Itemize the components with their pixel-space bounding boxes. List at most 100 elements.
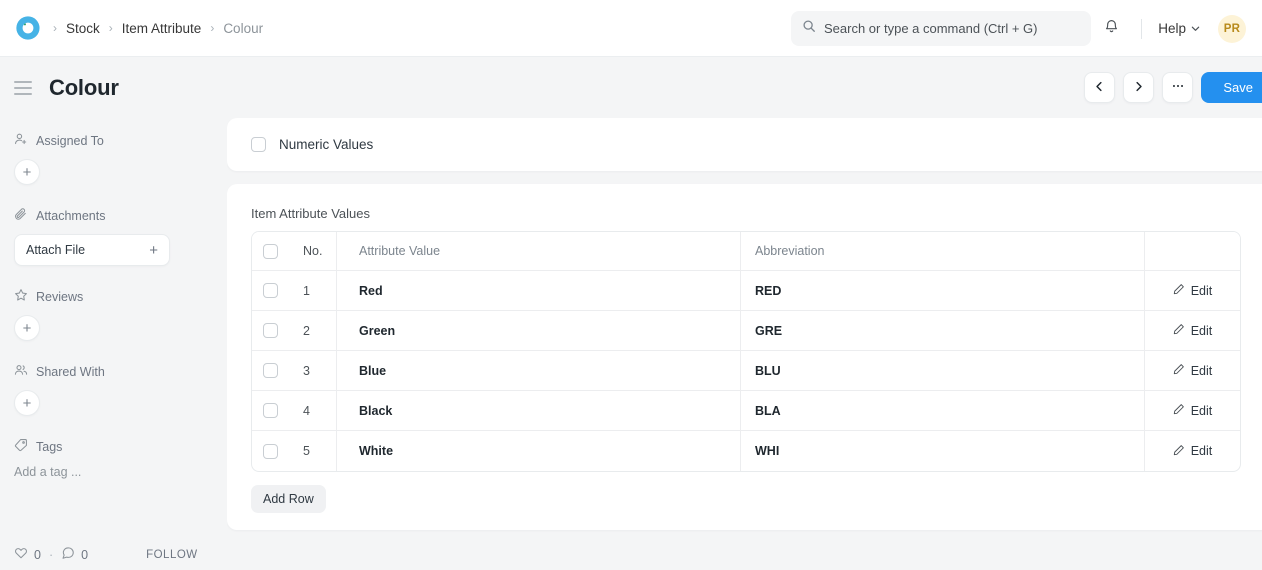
row-select-cell <box>252 351 289 390</box>
reviews-label: Reviews <box>36 290 83 304</box>
row-checkbox[interactable] <box>263 403 278 418</box>
page-title: Colour <box>49 75 119 101</box>
page-header: Colour <box>0 57 1262 118</box>
row-select-cell <box>252 311 289 350</box>
frappe-logo-icon[interactable] <box>13 13 43 43</box>
sidebar-footer: 0 · 0 FOLLOW <box>14 546 198 563</box>
edit-row-button[interactable]: Edit <box>1173 403 1213 418</box>
select-all-cell <box>252 232 289 270</box>
row-checkbox[interactable] <box>263 444 278 459</box>
row-abbreviation[interactable]: BLA <box>741 391 1145 430</box>
breadcrumb-item-stock[interactable]: Stock <box>66 21 100 36</box>
edit-row-button[interactable]: Edit <box>1173 323 1213 338</box>
attachments-label: Attachments <box>36 209 105 223</box>
row-select-cell <box>252 271 289 310</box>
table-row[interactable]: 1 Red RED Edit <box>252 271 1240 311</box>
breadcrumb-item-item-attribute[interactable]: Item Attribute <box>122 21 202 36</box>
row-abbreviation[interactable]: WHI <box>741 431 1145 471</box>
add-row-wrapper: Add Row <box>227 472 1262 530</box>
row-number: 1 <box>289 271 337 310</box>
column-header-abbreviation: Abbreviation <box>741 232 1145 270</box>
pencil-icon <box>1173 363 1185 378</box>
attachments-label-row: Attachments <box>14 207 213 224</box>
app-root: › Stock › Item Attribute › Colour <box>0 0 1262 570</box>
row-actions: Edit <box>1145 391 1240 430</box>
numeric-values-checkbox[interactable] <box>251 137 266 152</box>
tags-label: Tags <box>36 440 62 454</box>
help-label: Help <box>1158 21 1186 36</box>
search-bar[interactable] <box>791 11 1091 46</box>
row-attribute-value[interactable]: Green <box>337 311 741 350</box>
row-number: 3 <box>289 351 337 390</box>
sidebar-section-reviews: Reviews + <box>14 288 213 341</box>
next-document-button[interactable] <box>1123 72 1154 103</box>
sidebar-toggle-icon[interactable] <box>14 76 38 100</box>
pencil-icon <box>1173 403 1185 418</box>
more-menu-button[interactable] <box>1162 72 1193 103</box>
save-button[interactable]: Save <box>1201 72 1262 103</box>
comment-counter[interactable]: 0 <box>61 546 88 563</box>
help-menu-button[interactable]: Help <box>1156 17 1202 40</box>
search-icon <box>802 19 816 38</box>
follow-button[interactable]: FOLLOW <box>146 549 198 561</box>
avatar[interactable]: PR <box>1218 15 1246 43</box>
row-abbreviation[interactable]: BLU <box>741 351 1145 390</box>
column-header-actions <box>1145 232 1240 270</box>
chevron-right-icon <box>1133 80 1144 95</box>
table-row[interactable]: 3 Blue BLU Edit <box>252 351 1240 391</box>
like-counter[interactable]: 0 <box>14 546 41 563</box>
row-number: 5 <box>289 431 337 471</box>
attach-file-button[interactable]: Attach File + <box>14 234 170 266</box>
chevron-left-icon <box>1094 80 1105 95</box>
edit-row-button[interactable]: Edit <box>1173 363 1213 378</box>
row-number: 2 <box>289 311 337 350</box>
row-checkbox[interactable] <box>263 363 278 378</box>
breadcrumb-separator-1: › <box>109 22 113 34</box>
row-attribute-value[interactable]: Black <box>337 391 741 430</box>
navbar: › Stock › Item Attribute › Colour <box>0 0 1262 57</box>
table-row[interactable]: 2 Green GRE Edit <box>252 311 1240 351</box>
breadcrumb-separator-2: › <box>210 22 214 34</box>
edit-label: Edit <box>1191 364 1213 378</box>
row-select-cell <box>252 431 289 471</box>
row-abbreviation[interactable]: RED <box>741 271 1145 310</box>
notifications-button[interactable] <box>1095 13 1127 45</box>
search-input[interactable] <box>824 21 1080 36</box>
shared-with-label: Shared With <box>36 365 105 379</box>
table-row[interactable]: 4 Black BLA Edit <box>252 391 1240 431</box>
numeric-values-row[interactable]: Numeric Values <box>227 137 1262 152</box>
row-abbreviation[interactable]: GRE <box>741 311 1145 350</box>
add-tag-input[interactable]: Add a tag ... <box>14 465 213 479</box>
comment-count: 0 <box>81 548 88 562</box>
row-select-cell <box>252 391 289 430</box>
row-actions: Edit <box>1145 351 1240 390</box>
assigned-to-label: Assigned To <box>36 134 104 148</box>
add-assignment-button[interactable]: + <box>14 159 40 185</box>
bell-icon <box>1103 18 1120 40</box>
edit-label: Edit <box>1191 284 1213 298</box>
shared-with-label-row: Shared With <box>14 363 213 380</box>
edit-row-button[interactable]: Edit <box>1173 283 1213 298</box>
heart-icon <box>14 546 28 563</box>
sidebar-section-shared-with: Shared With + <box>14 363 213 416</box>
row-checkbox[interactable] <box>263 283 278 298</box>
table-row[interactable]: 5 White WHI Edit <box>252 431 1240 471</box>
row-attribute-value[interactable]: White <box>337 431 741 471</box>
row-attribute-value[interactable]: Red <box>337 271 741 310</box>
main-content: Numeric Values Item Attribute Values No.… <box>227 118 1262 570</box>
column-header-no: No. <box>289 232 337 270</box>
row-checkbox[interactable] <box>263 323 278 338</box>
tags-label-row: Tags <box>14 438 213 455</box>
edit-row-button[interactable]: Edit <box>1173 444 1213 459</box>
select-all-checkbox[interactable] <box>263 244 278 259</box>
breadcrumb: › Stock › Item Attribute › Colour <box>53 21 263 36</box>
add-share-button[interactable]: + <box>14 390 40 416</box>
row-attribute-value[interactable]: Blue <box>337 351 741 390</box>
assigned-to-label-row: Assigned To <box>14 132 213 149</box>
navbar-divider <box>1141 19 1142 39</box>
add-row-button[interactable]: Add Row <box>251 485 326 513</box>
row-number: 4 <box>289 391 337 430</box>
tag-icon <box>14 438 28 455</box>
prev-document-button[interactable] <box>1084 72 1115 103</box>
add-review-button[interactable]: + <box>14 315 40 341</box>
